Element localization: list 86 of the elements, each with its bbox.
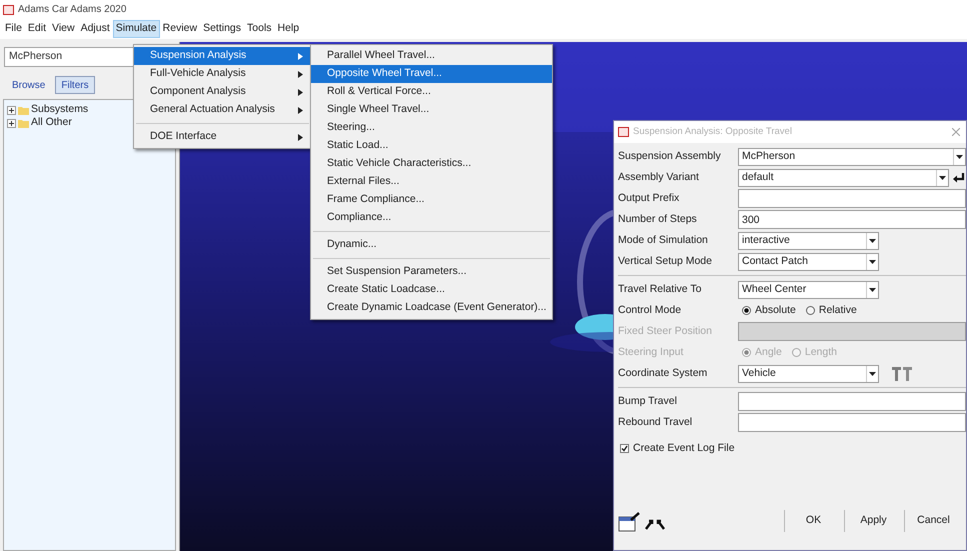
menu-item[interactable]: Opposite Wheel Travel... [311,65,552,83]
dropdown-field[interactable]: default [738,168,949,186]
dropdown-arrow-icon[interactable] [866,254,878,270]
dropdown-field[interactable]: McPherson [738,148,966,166]
text-field[interactable]: 300 [738,210,966,229]
menu-item[interactable]: Steering... [311,119,552,137]
menu-item[interactable]: General Actuation Analysis [134,101,311,119]
radio-icon[interactable] [742,306,751,315]
menu-item[interactable]: Static Load... [311,137,552,155]
menu-item[interactable]: Static Vehicle Characteristics... [311,155,552,173]
menu-bar-item[interactable]: View [49,20,78,38]
submenu-arrow-icon [298,106,303,114]
text-field[interactable] [738,392,966,411]
panel-tab[interactable]: Filters [55,76,95,94]
app-icon [618,127,629,137]
submenu-arrow-icon [298,134,303,140]
radio-label: Length [804,344,837,360]
radio-label: Relative [818,302,857,318]
submenu-arrow-icon [298,70,303,78]
dropdown-field[interactable]: interactive [738,232,879,250]
panel-tab[interactable]: Browse [6,76,52,94]
dropdown-field[interactable]: Wheel Center [738,280,879,298]
menu-bar-item[interactable]: File [2,20,25,38]
menu-item[interactable]: Dynamic... [311,236,552,254]
field-label: Rebound Travel [618,414,694,430]
menu-item[interactable]: Create Static Loadcase... [311,281,552,299]
menu-bar-item[interactable]: Settings [200,20,244,38]
window-icon[interactable] [618,512,640,532]
field-label: Mode of Simulation [618,232,709,248]
menu-bar-item[interactable]: Review [160,20,200,38]
text-field[interactable] [738,413,966,432]
menu-bar-item[interactable]: Help [274,20,302,38]
field-label: Number of Steps [618,212,698,227]
menu-item[interactable]: Single Wheel Travel... [311,101,552,119]
dropdown-arrow-icon[interactable] [953,148,965,164]
field-label: Bump Travel [618,394,678,409]
expand-icon[interactable] [7,106,16,114]
field-label: Assembly Variant [618,170,700,185]
menu-bar-item[interactable]: Simulate [112,20,160,38]
menu-item[interactable]: Compliance... [311,209,552,227]
menu-item[interactable]: DOE Interface [134,128,311,146]
field-label: Steering Input [618,344,684,360]
field-label: Control Mode [618,302,682,318]
field-label: Travel Relative To [618,282,702,297]
folder-icon [18,118,29,128]
app-icon [3,4,14,14]
expand-icon[interactable] [7,118,16,128]
menu-item[interactable]: Full-Vehicle Analysis [134,65,311,83]
menu-item[interactable]: External Files... [311,173,552,191]
window-title: Adams Car Adams 2020 [18,3,126,17]
menu-bar-item[interactable]: Edit [24,20,50,38]
menu-item[interactable]: Roll & Vertical Force... [311,83,552,101]
radio-label: Absolute [755,302,796,318]
field-label: Vertical Setup Mode [618,254,713,269]
close-icon[interactable] [952,128,960,136]
folder-icon [18,106,29,114]
checkbox-label: Create Event Log File [633,441,735,456]
coordinate-triad-icon[interactable] [890,364,914,382]
field-label: Output Prefix [618,190,680,206]
dropdown-field[interactable]: Contact Patch [738,252,879,270]
submenu-arrow-icon [298,88,303,96]
checkbox-icon[interactable] [620,444,629,454]
menu-bar-item[interactable]: Adjust [78,20,113,38]
radio-label: Angle [755,344,782,360]
dropdown-arrow-icon[interactable] [936,170,948,186]
dropdown-arrow-icon[interactable] [866,366,878,382]
tree-item[interactable]: Subsystems [31,102,88,118]
field-label: Coordinate System [618,366,708,381]
menu-bar-item[interactable]: Tools [244,20,275,38]
text-field[interactable] [738,189,966,208]
dropdown-arrow-icon[interactable] [866,232,878,248]
submenu-arrow-icon [298,52,303,60]
menu-item[interactable]: Parallel Wheel Travel... [311,47,552,65]
menu-item[interactable]: Suspension Analysis [134,47,311,65]
menu-item[interactable]: Component Analysis [134,83,311,101]
dialog-title: Suspension Analysis: Opposite Travel [633,124,793,139]
menu-item[interactable]: Frame Compliance... [311,191,552,209]
tree-item[interactable]: All Other [31,115,72,131]
menu-item[interactable]: Set Suspension Parameters... [311,263,552,281]
field-label: Suspension Assembly [618,148,722,164]
dropdown-arrow-icon[interactable] [866,282,878,298]
menu-item[interactable]: Create Dynamic Loadcase (Event Generator)... [311,299,552,317]
field-label: Fixed Steer Position [618,324,713,339]
radio-icon[interactable] [806,306,815,315]
enter-icon[interactable] [952,170,966,184]
dropdown-field[interactable]: Vehicle [738,364,879,382]
